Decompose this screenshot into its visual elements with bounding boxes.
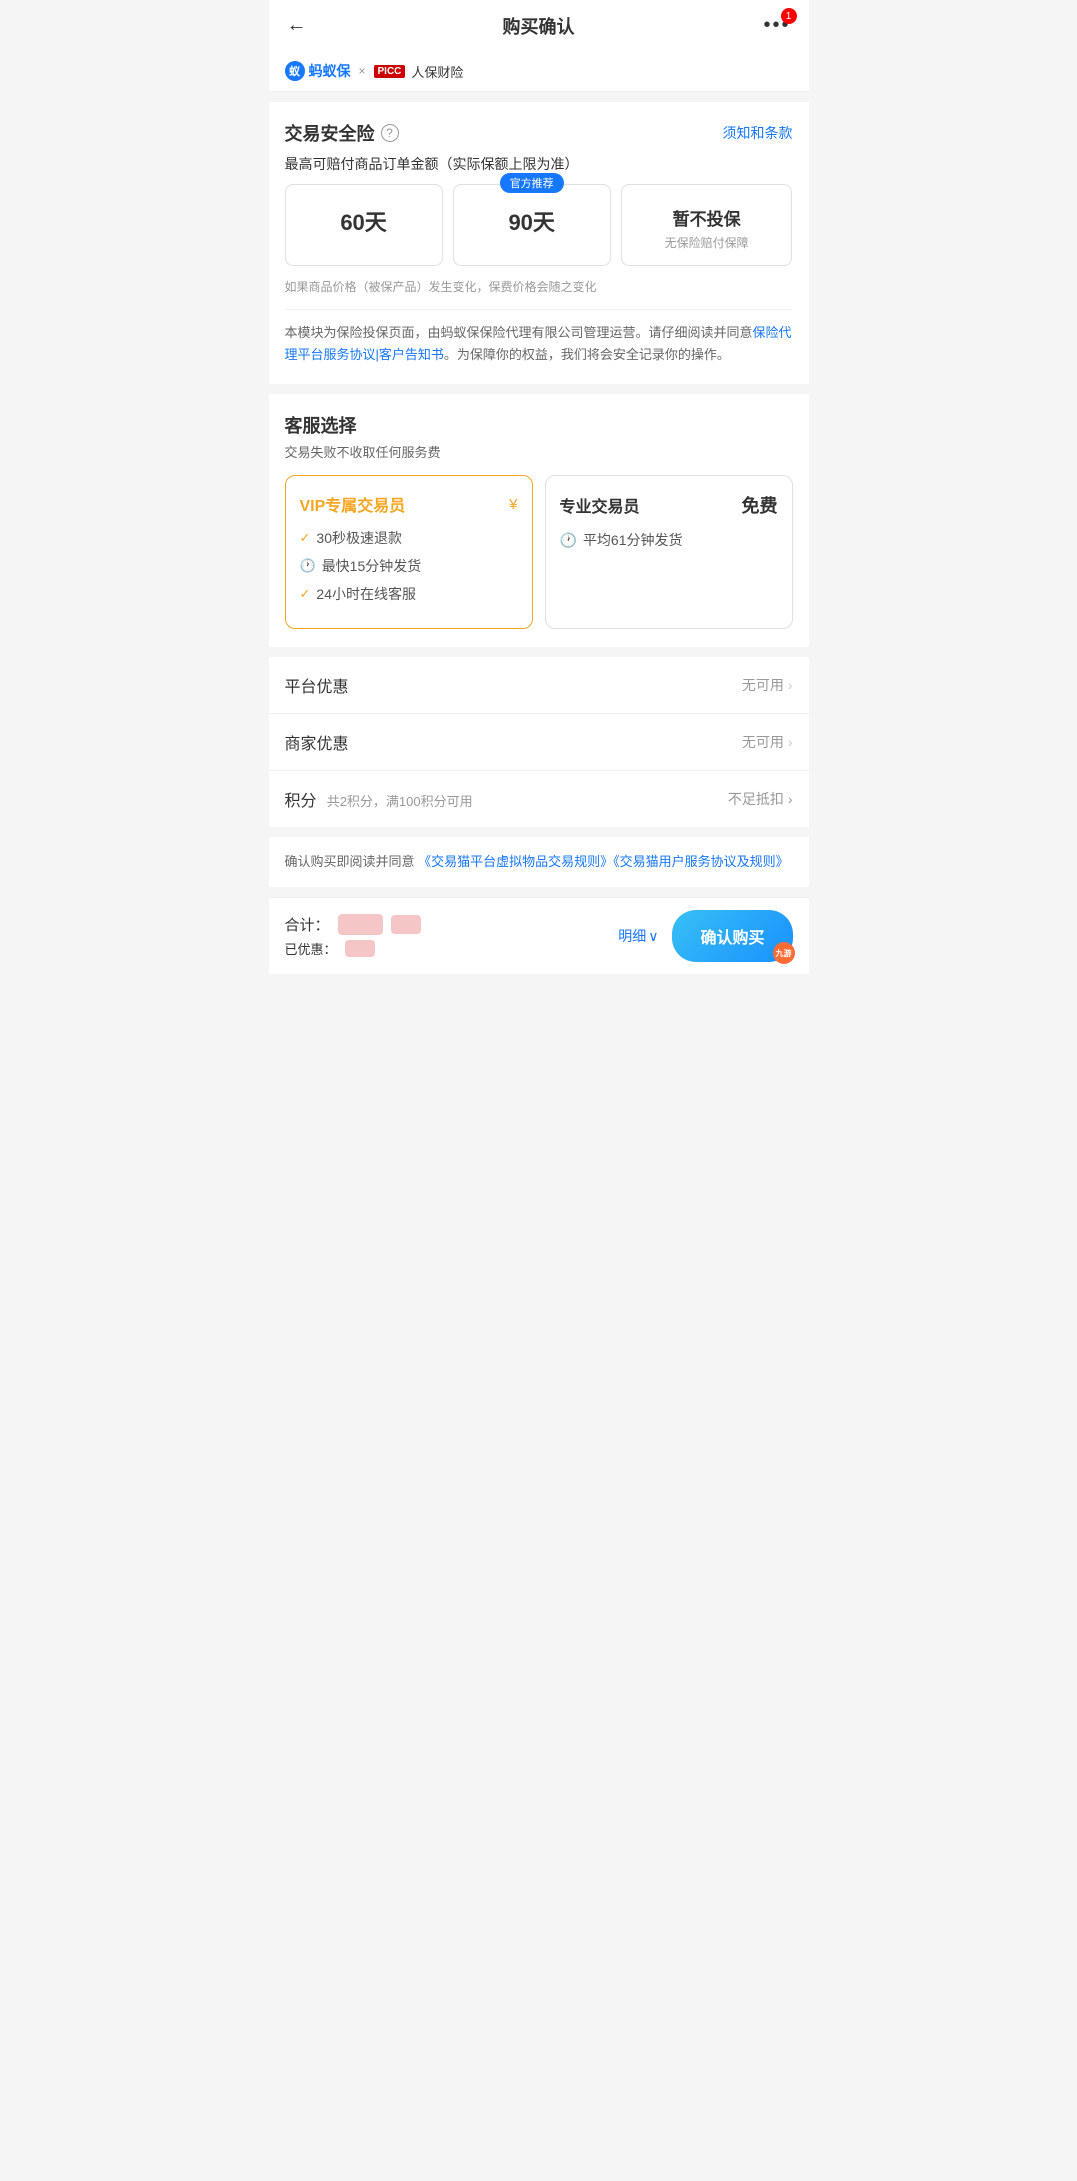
vip-card-header: VIP专属交易员 ¥ xyxy=(300,492,518,516)
vip-service-card[interactable]: VIP专属交易员 ¥ ✓ 30秒极速退款 🕐 最快15分钟发货 ✓ 24小时在线… xyxy=(285,475,533,629)
points-sub: 共2积分，满100积分可用 xyxy=(327,794,473,809)
service-section: 客服选择 交易失败不收取任何服务费 VIP专属交易员 ¥ ✓ 30秒极速退款 🕐… xyxy=(269,394,809,647)
picc-badge: PICC xyxy=(374,65,406,78)
service-title: 客服选择 xyxy=(285,412,793,438)
ant-label: 蚂蚁保 xyxy=(309,61,351,81)
pro-feature: 🕐 平均61分钟发货 xyxy=(560,530,778,550)
platform-promo-label: 平台优惠 xyxy=(285,673,349,697)
pro-service-card[interactable]: 专业交易员 免费 🕐 平均61分钟发货 xyxy=(545,475,793,629)
points-label: 积分 xyxy=(285,793,317,810)
chevron-right-icon-1: › xyxy=(788,677,793,693)
pro-free-label: 免费 xyxy=(742,492,778,518)
option-no-ins-sub: 无保险赔付保障 xyxy=(632,234,782,251)
total-amount-extra xyxy=(391,915,422,934)
option-60-label: 60天 xyxy=(296,205,432,237)
service-sub: 交易失败不收取任何服务费 xyxy=(285,442,793,461)
insurance-subtitle: 最高可赔付商品订单金额（实际保额上限为准） xyxy=(285,154,793,174)
check-icon-1: ✓ xyxy=(300,530,311,546)
ant-logo: 蚁 蚂蚁保 xyxy=(285,61,351,81)
discount-label: 已优惠： xyxy=(285,939,337,958)
insurance-title-row: 交易安全险 ? 须知和条款 xyxy=(285,120,793,146)
insurance-body: 本模块为保险投保页面，由蚂蚁保保险代理有限公司管理运营。请仔细阅读并同意保险代理… xyxy=(285,322,793,366)
total-section: 合计： 已优惠： xyxy=(285,914,619,958)
pro-label: 专业交易员 xyxy=(560,493,640,517)
insurance-section: 交易安全险 ? 须知和条款 最高可赔付商品订单金额（实际保额上限为准） 60天 … xyxy=(269,102,809,384)
official-badge: 官方推荐 xyxy=(500,173,564,193)
confirm-purchase-button[interactable]: 确认购买 九游 xyxy=(672,910,792,962)
vip-feature-1: ✓ 30秒极速退款 xyxy=(300,528,518,548)
divider-1 xyxy=(285,309,793,310)
chevron-right-icon-3: › xyxy=(788,791,793,807)
detail-chevron-icon: ∨ xyxy=(648,928,658,945)
option-no-ins-label: 暂不投保 xyxy=(632,205,782,230)
pro-card-header: 专业交易员 免费 xyxy=(560,492,778,518)
page-title: 购买确认 xyxy=(503,13,575,39)
notification-badge: 1 xyxy=(781,8,797,24)
agreement-link-1[interactable]: 《交易猫平台虚拟物品交易规则》 xyxy=(418,854,613,869)
option-no-ins-card[interactable]: 暂不投保 无保险赔付保障 xyxy=(621,184,793,266)
option-60-card[interactable]: 60天 xyxy=(285,184,443,266)
insurance-title: 交易安全险 xyxy=(285,120,375,146)
discount-row: 已优惠： xyxy=(285,939,619,958)
check-icon-2: ✓ xyxy=(300,586,311,602)
insurance-notice: 如果商品价格（被保产品）发生变化，保费价格会随之变化 xyxy=(285,278,793,297)
insurance-options: 60天 官方推荐 90天 暂不投保 无保险赔付保障 xyxy=(285,184,793,266)
merchant-promo-right: 无可用 › xyxy=(742,732,793,752)
vip-label: VIP专属交易员 xyxy=(300,492,406,516)
detail-button[interactable]: 明细 ∨ xyxy=(618,926,658,946)
vip-feature-1-label: 30秒极速退款 xyxy=(316,528,402,548)
points-row[interactable]: 积分 共2积分，满100积分可用 不足抵扣 › xyxy=(269,771,809,827)
partner-name: 人保财险 xyxy=(411,62,463,81)
bottom-bar: 合计： 已优惠： 明细 ∨ 确认购买 九游 xyxy=(269,897,809,974)
option-90-card[interactable]: 官方推荐 90天 xyxy=(453,184,611,266)
points-left: 积分 共2积分，满100积分可用 xyxy=(285,787,473,811)
agreement-text: 确认购买即阅读并同意 《交易猫平台虚拟物品交易规则》《交易猫用户服务协议及规则》 xyxy=(285,851,793,873)
platform-promo-right: 无可用 › xyxy=(742,675,793,695)
game-logo: 九游 xyxy=(773,942,795,964)
vip-feature-3: ✓ 24小时在线客服 xyxy=(300,584,518,604)
agreement-link-2[interactable]: 《交易猫用户服务协议及规则》 xyxy=(613,854,789,869)
total-label: 合计： xyxy=(285,914,330,935)
detail-label: 明细 xyxy=(618,926,646,946)
partner-bar: 蚁 蚂蚁保 × PICC 人保财险 xyxy=(269,51,809,92)
option-90-label: 90天 xyxy=(464,205,600,237)
platform-promo-row[interactable]: 平台优惠 无可用 › xyxy=(269,657,809,714)
clock-icon-2: 🕐 xyxy=(560,532,577,549)
vip-feature-2-label: 最快15分钟发货 xyxy=(322,556,422,576)
chevron-right-icon-2: › xyxy=(788,734,793,750)
vip-feature-3-label: 24小时在线客服 xyxy=(316,584,416,604)
merchant-promo-value: 无可用 xyxy=(742,732,784,752)
merchant-promo-label: 商家优惠 xyxy=(285,730,349,754)
points-right: 不足抵扣 › xyxy=(728,789,793,809)
vip-feature-2: 🕐 最快15分钟发货 xyxy=(300,556,518,576)
clock-icon-1: 🕐 xyxy=(300,558,316,574)
header: ← 购买确认 ••• 1 xyxy=(269,0,809,51)
vip-price-icon: ¥ xyxy=(509,496,517,513)
more-button[interactable]: ••• 1 xyxy=(763,14,790,37)
cross-icon: × xyxy=(359,64,366,78)
discount-amount xyxy=(345,940,375,957)
pro-feature-label: 平均61分钟发货 xyxy=(583,530,683,550)
points-value: 不足抵扣 xyxy=(728,789,784,809)
terms-link[interactable]: 须知和条款 xyxy=(723,123,793,143)
help-icon[interactable]: ? xyxy=(381,124,399,142)
ant-icon: 蚁 xyxy=(285,61,305,81)
service-options: VIP专属交易员 ¥ ✓ 30秒极速退款 🕐 最快15分钟发货 ✓ 24小时在线… xyxy=(285,475,793,629)
total-row: 合计： xyxy=(285,914,619,935)
total-amount xyxy=(338,914,383,935)
merchant-promo-row[interactable]: 商家优惠 无可用 › xyxy=(269,714,809,771)
back-button[interactable]: ← xyxy=(287,14,307,37)
platform-promo-value: 无可用 xyxy=(742,675,784,695)
promotions-section: 平台优惠 无可用 › 商家优惠 无可用 › 积分 共2积分，满100积分可用 不… xyxy=(269,657,809,827)
agreement-section: 确认购买即阅读并同意 《交易猫平台虚拟物品交易规则》《交易猫用户服务协议及规则》 xyxy=(269,837,809,887)
